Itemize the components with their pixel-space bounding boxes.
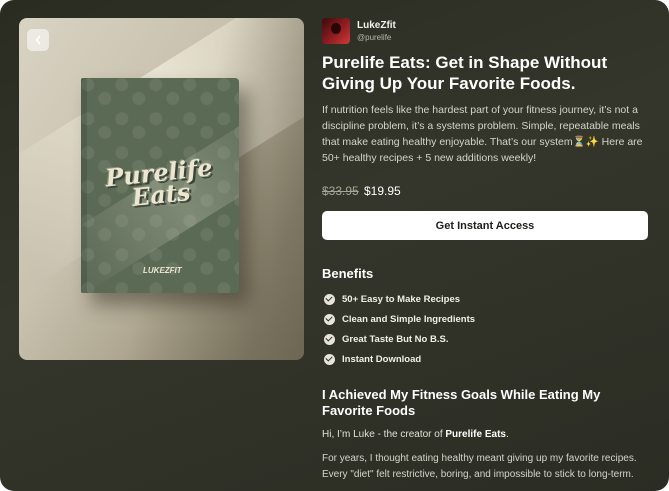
product-title: Purelife Eats: Get in Shape Without Givi…	[322, 53, 608, 93]
avatar[interactable]	[322, 18, 350, 44]
product-card: Purelife Eats LUKEZFIT LukeZfit @purelif…	[0, 0, 669, 491]
story-heading: I Achieved My Fitness Goals While Eating…	[322, 387, 601, 418]
sale-price: $19.95	[364, 184, 401, 198]
story-intro: Hi, I’m Luke - the creator of Purelife E…	[322, 429, 647, 440]
benefit-label: Clean and Simple Ingredients	[342, 313, 476, 325]
benefits-heading: Benefits	[322, 266, 374, 281]
story-intro-text: Hi, I’m Luke - the creator of	[322, 429, 446, 440]
story-product-name: Purelife Eats	[445, 429, 506, 440]
get-instant-access-button[interactable]: Get Instant Access	[322, 211, 648, 240]
benefits-list: 50+ Easy to Make Recipes Clean and Simpl…	[324, 289, 475, 369]
list-item: Clean and Simple Ingredients	[324, 309, 475, 329]
benefit-label: 50+ Easy to Make Recipes	[342, 293, 461, 305]
chevron-left-icon	[35, 35, 41, 45]
product-description: If nutrition feels like the hardest part…	[322, 104, 643, 164]
story-body: For years, I thought eating healthy mean…	[322, 453, 637, 480]
cover-brand: LUKEZFIT	[143, 266, 182, 275]
list-item: Instant Download	[324, 349, 475, 369]
list-item: Great Taste But No B.S.	[324, 329, 475, 349]
check-circle-icon	[324, 313, 335, 325]
product-image: Purelife Eats LUKEZFIT	[19, 18, 304, 360]
back-button[interactable]	[27, 29, 49, 51]
book-cover: Purelife Eats LUKEZFIT	[81, 78, 239, 293]
original-price: $33.95	[322, 184, 359, 198]
creator-handle: @purelife	[357, 33, 392, 42]
benefit-label: Great Taste But No B.S.	[342, 333, 449, 345]
check-circle-icon	[324, 333, 335, 345]
creator-name[interactable]: LukeZfit	[357, 20, 396, 31]
check-circle-icon	[324, 293, 335, 305]
benefit-label: Instant Download	[342, 353, 422, 365]
list-item: 50+ Easy to Make Recipes	[324, 289, 475, 309]
avatar-silhouette	[331, 23, 341, 34]
story-intro-end: .	[505, 429, 509, 440]
check-circle-icon	[324, 353, 335, 365]
